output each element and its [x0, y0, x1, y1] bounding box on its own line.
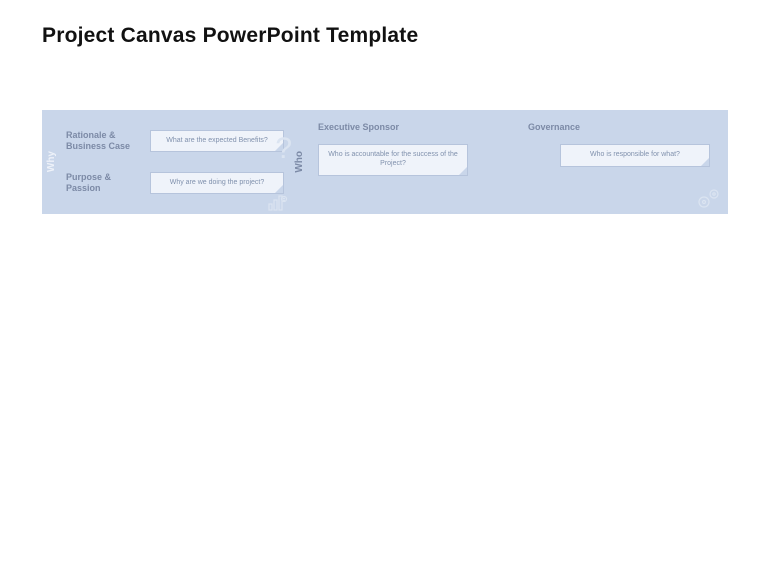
- col-executive-sponsor: Executive Sponsor Who is accountable for…: [308, 110, 518, 214]
- why-notes-column: What are the expected Benefits? Why are …: [150, 110, 290, 214]
- label-purpose: Purpose & Passion: [66, 172, 146, 194]
- tab-why-label: Why: [46, 151, 57, 172]
- note-responsible: Who is responsible for what?: [560, 144, 710, 167]
- page-title: Project Canvas PowerPoint Template: [42, 24, 418, 48]
- slide-page: Project Canvas PowerPoint Template Why R…: [0, 0, 768, 576]
- col-governance: Governance Who is responsible for what?: [518, 110, 728, 214]
- bar-chart-icon: [268, 194, 288, 212]
- canvas-band: Why Rationale & Business Case Purpose & …: [42, 110, 728, 214]
- tab-who: Who: [290, 110, 308, 214]
- header-governance: Governance: [528, 122, 718, 132]
- header-executive-sponsor: Executive Sponsor: [318, 122, 508, 132]
- why-labels-column: Rationale & Business Case Purpose & Pass…: [60, 110, 150, 214]
- note-purpose: Why are we doing the project?: [150, 172, 284, 195]
- label-rationale: Rationale & Business Case: [66, 130, 146, 152]
- who-column: Executive Sponsor Who is accountable for…: [308, 110, 728, 214]
- tab-who-label: Who: [294, 151, 305, 173]
- note-benefits: What are the expected Benefits?: [150, 130, 284, 153]
- note-accountable: Who is accountable for the success of th…: [318, 144, 468, 176]
- tab-why: Why: [42, 110, 60, 214]
